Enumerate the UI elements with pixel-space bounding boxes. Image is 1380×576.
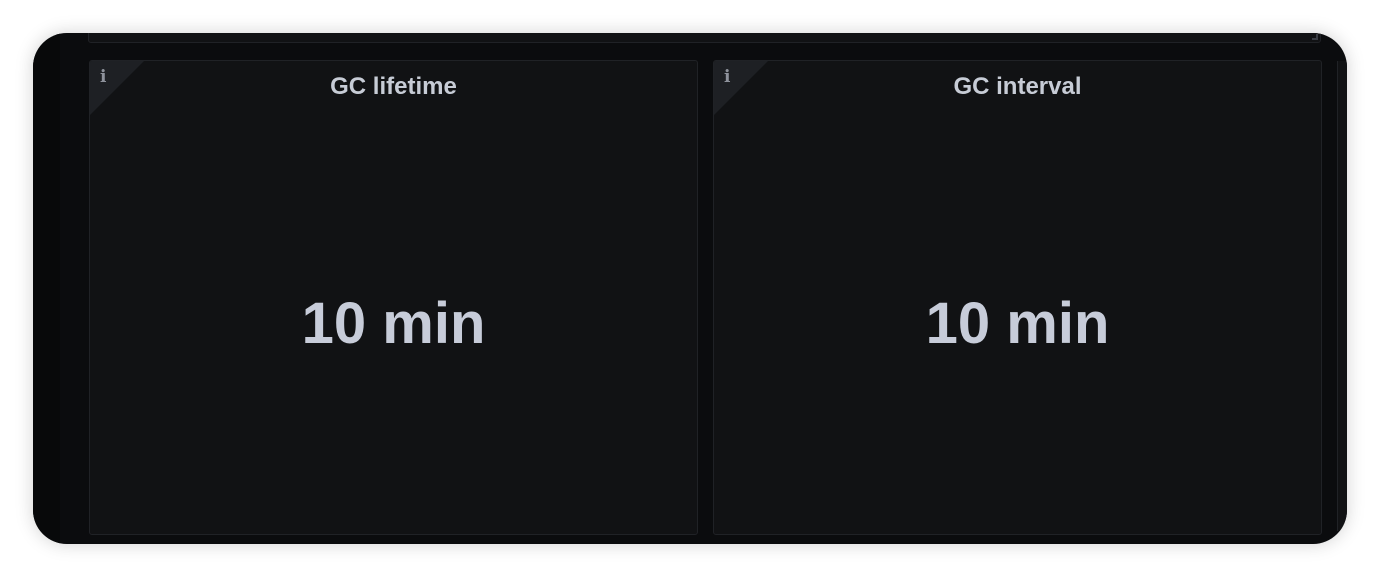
stat-value: 10 min [301, 291, 486, 356]
previous-panel-edge [88, 33, 1321, 43]
left-rail [33, 33, 60, 544]
stat-panel-gc-lifetime[interactable]: i GC lifetime 10 min [89, 60, 698, 535]
stat-value: 10 min [925, 291, 1110, 356]
dashboard-window: i GC lifetime 10 min i GC interval 10 mi… [33, 33, 1347, 544]
panel-title[interactable]: GC interval [714, 72, 1321, 102]
stat-panel-gc-interval[interactable]: i GC interval 10 min [713, 60, 1322, 535]
resize-handle-icon[interactable] [1312, 34, 1318, 40]
next-panel-edge [1337, 61, 1347, 531]
panel-title[interactable]: GC lifetime [90, 72, 697, 102]
